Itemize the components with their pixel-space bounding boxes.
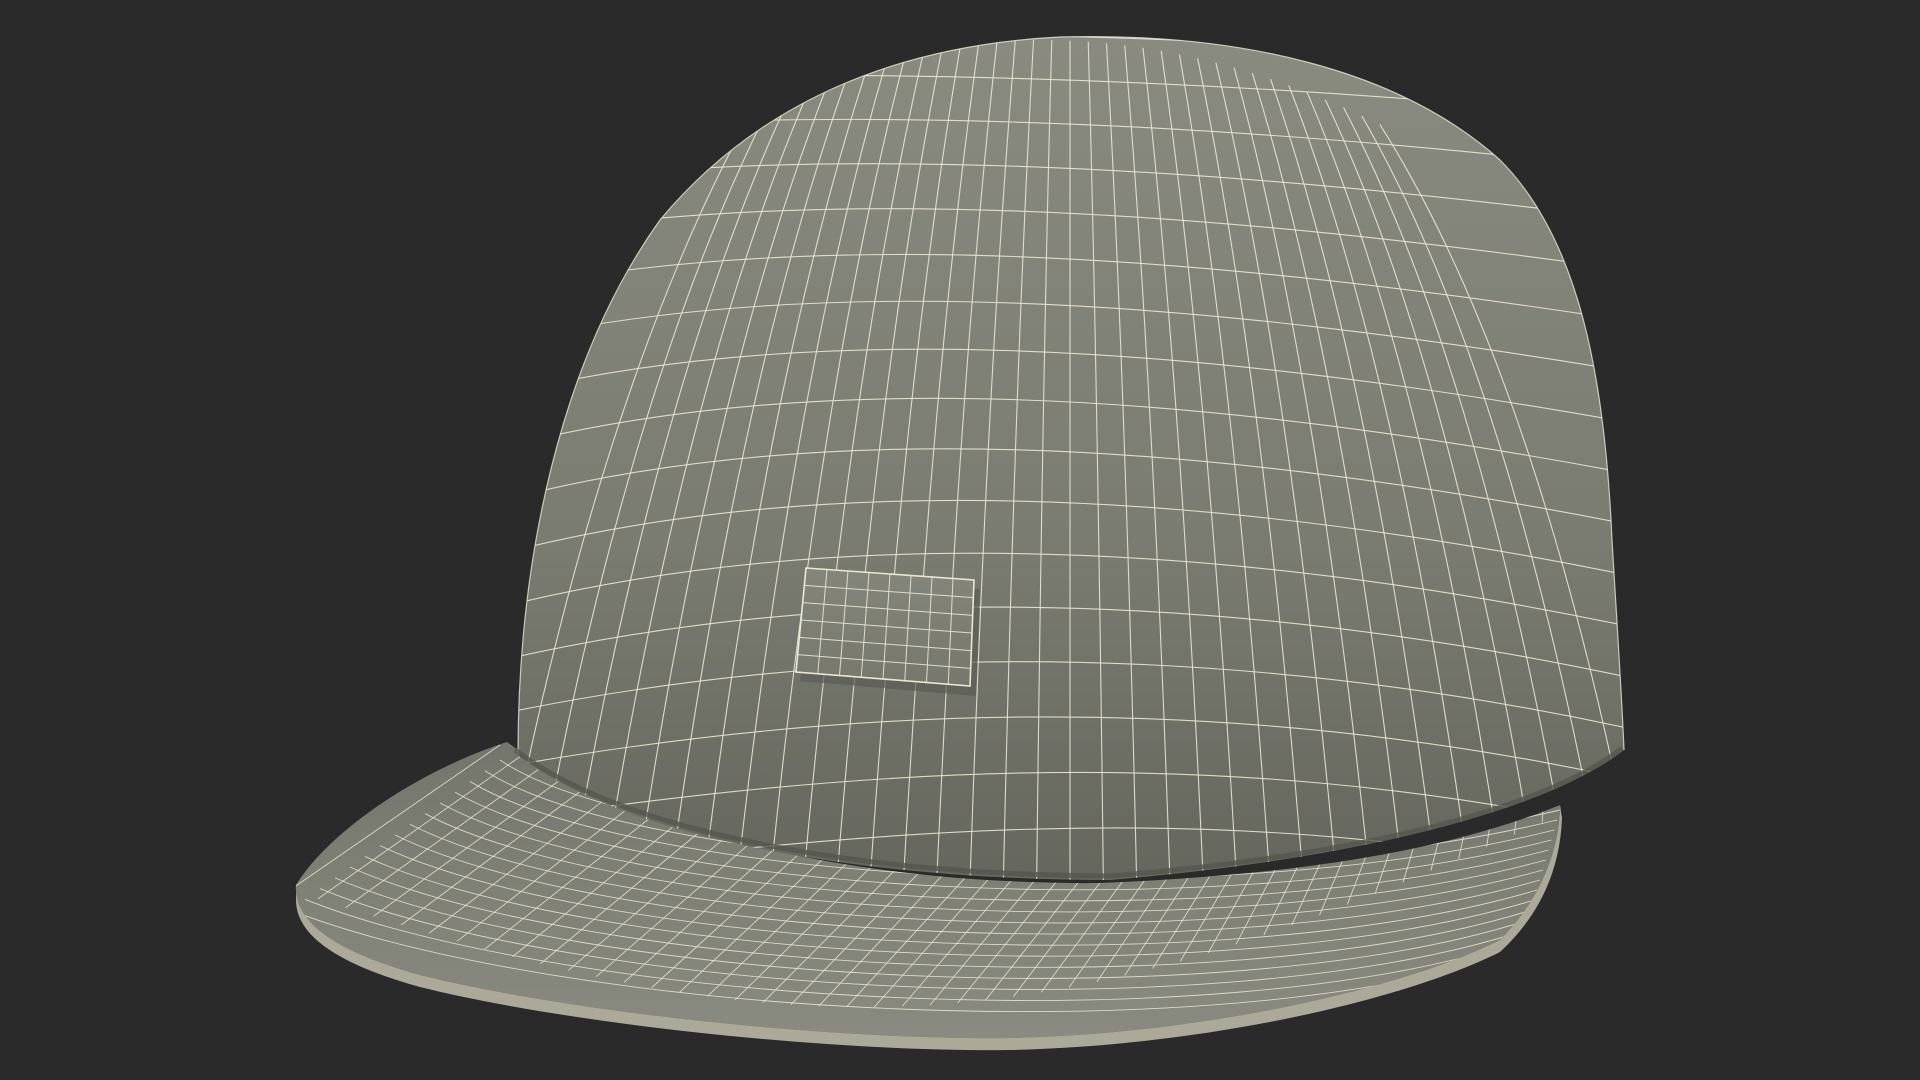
cap-crown [518,36,1624,881]
render-viewport [0,0,1920,1080]
wireframe-scene [295,35,1625,1051]
front-patch [795,567,980,696]
